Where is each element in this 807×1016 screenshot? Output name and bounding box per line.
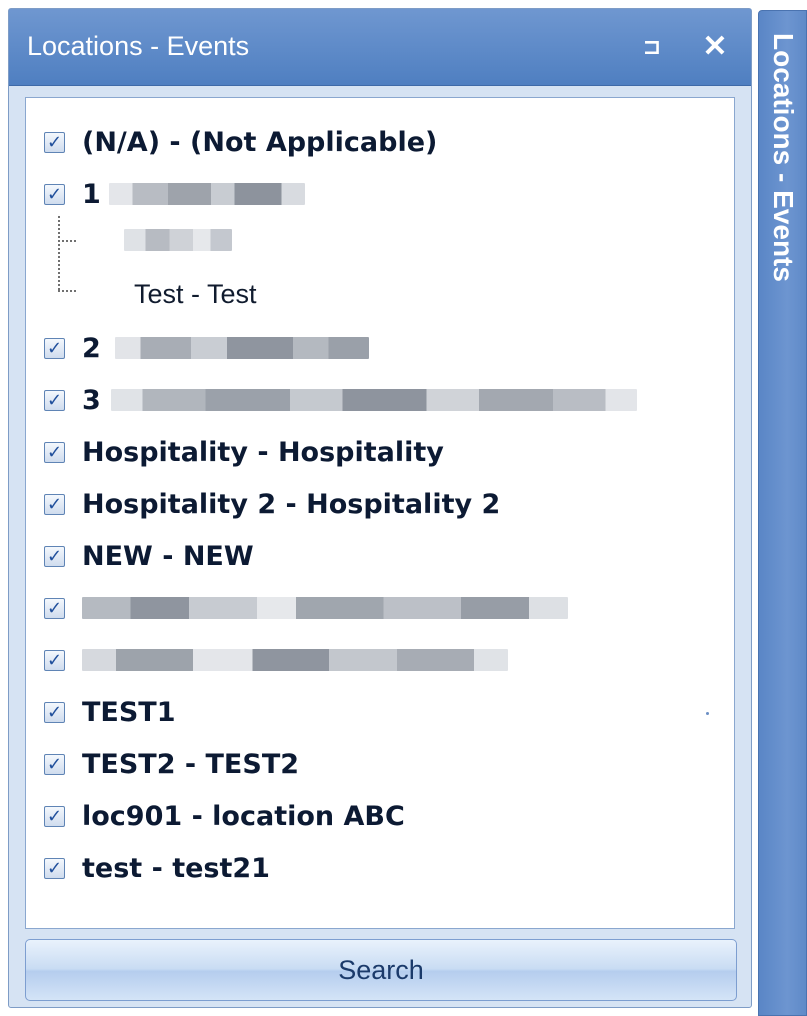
tree-connector (58, 240, 76, 242)
list-item-label: 2 (82, 332, 101, 364)
list-item[interactable]: ✓ test - test21 (44, 848, 270, 888)
list-item[interactable]: ✓ 1 (44, 174, 305, 214)
checkbox[interactable]: ✓ (44, 753, 65, 775)
close-icon[interactable]: ✕ (699, 31, 731, 63)
list-item[interactable]: ✓ (44, 588, 568, 628)
list-item[interactable]: ✓ 2 (44, 328, 369, 368)
list-item-label: loc901 - location ABC (82, 800, 405, 832)
location-list[interactable]: ✓ (N/A) - (Not Applicable) ✓ 1 Test - Te… (25, 97, 735, 929)
checkbox[interactable]: ✓ (44, 545, 65, 567)
list-item-label: 1 (82, 178, 101, 210)
list-item-label: NEW - NEW (82, 540, 254, 572)
checkbox[interactable]: ✓ (44, 441, 65, 463)
checkbox[interactable]: ✓ (44, 337, 65, 359)
list-item[interactable]: ✓ Hospitality - Hospitality (44, 432, 444, 472)
list-item-label: (N/A) - (Not Applicable) (82, 126, 438, 158)
list-item-label: Test - Test (134, 278, 257, 309)
tree-connector (58, 216, 60, 290)
list-item[interactable]: ✓ (N/A) - (Not Applicable) (44, 122, 437, 162)
list-item-label: 3 (82, 384, 101, 416)
checkbox[interactable]: ✓ (44, 701, 65, 723)
list-item[interactable]: ✓ (44, 640, 508, 680)
search-button[interactable]: Search (25, 939, 737, 1001)
tree-connector (58, 290, 76, 292)
panel-title-bar[interactable]: Locations - Events ⊐ ✕ (9, 9, 751, 86)
panel-title: Locations - Events (27, 31, 250, 61)
side-tab-locations-events[interactable]: Locations - Events (758, 10, 807, 1016)
checkbox[interactable]: ✓ (44, 857, 65, 879)
list-item[interactable]: ✓ Hospitality 2 - Hospitality 2 (44, 484, 500, 524)
list-item-label: Hospitality 2 - Hospitality 2 (82, 488, 501, 520)
redacted-text (82, 597, 568, 619)
checkbox[interactable]: ✓ (44, 389, 65, 411)
checkbox[interactable]: ✓ (44, 597, 65, 619)
list-item-label: TEST2 - TEST2 (82, 748, 300, 780)
list-item[interactable]: ✓ NEW - NEW (44, 536, 254, 576)
list-item-child[interactable] (124, 220, 232, 260)
list-item-label: test - test21 (82, 852, 270, 884)
list-item[interactable]: ✓ 3 (44, 380, 637, 420)
side-tab-label: Locations - Events (768, 33, 799, 282)
locations-events-panel: Locations - Events ⊐ ✕ ✓ (N/A) - (Not Ap… (8, 8, 752, 1008)
list-item-label: TEST1 (82, 696, 176, 728)
redacted-text (110, 389, 637, 411)
redacted-text (114, 337, 369, 359)
checkbox[interactable]: ✓ (44, 649, 65, 671)
checkbox[interactable]: ✓ (44, 493, 65, 515)
checkbox[interactable]: ✓ (44, 131, 65, 153)
list-item[interactable]: ✓ loc901 - location ABC (44, 796, 405, 836)
checkbox[interactable]: ✓ (44, 183, 65, 205)
pin-icon[interactable]: ⊐ (637, 33, 667, 63)
list-item-child[interactable]: Test - Test (134, 274, 257, 314)
redacted-text (108, 183, 305, 205)
checkbox[interactable]: ✓ (44, 805, 65, 827)
list-item-label: Hospitality - Hospitality (82, 436, 444, 468)
stray-dot (706, 712, 709, 715)
redacted-text (82, 649, 508, 671)
list-item[interactable]: ✓ TEST2 - TEST2 (44, 744, 299, 784)
redacted-text (124, 229, 232, 251)
list-item[interactable]: ✓ TEST1 (44, 692, 176, 732)
